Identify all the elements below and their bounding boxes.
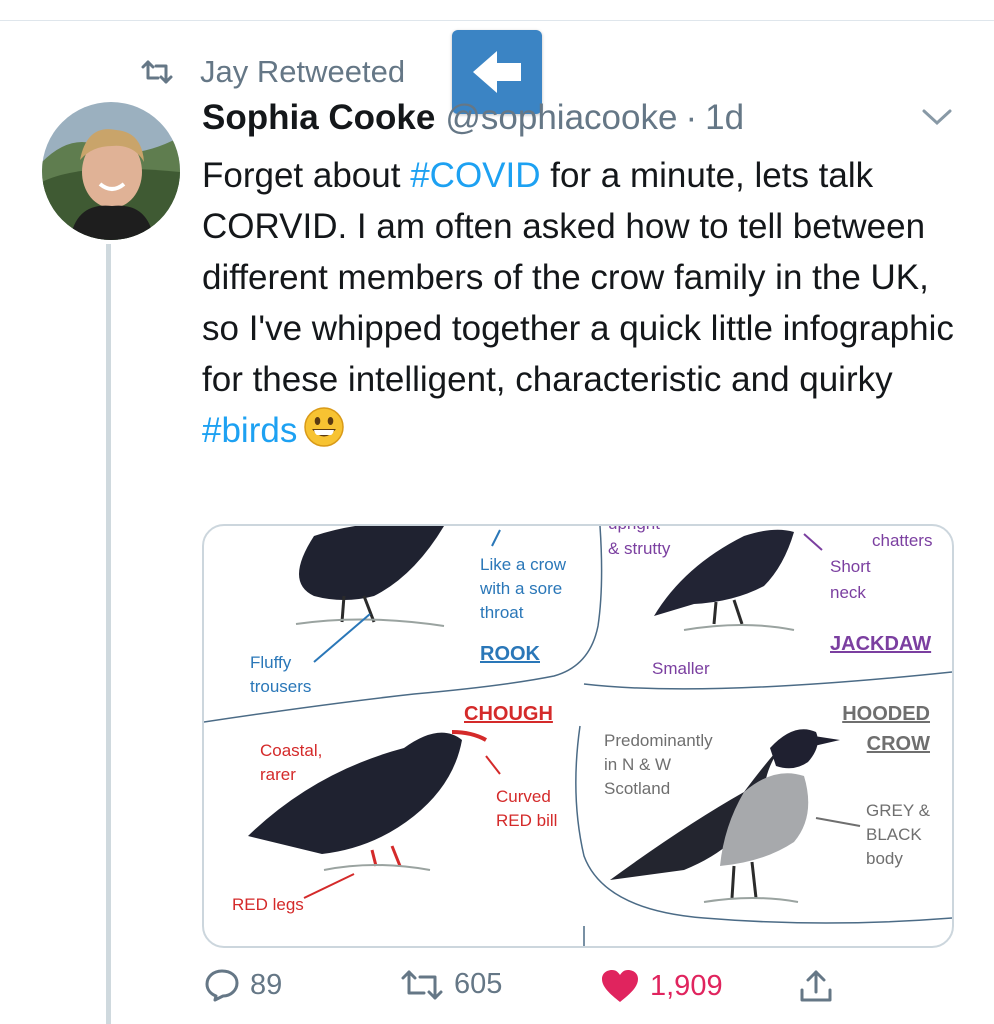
hashtag-birds[interactable]: #birds — [202, 411, 297, 450]
jackdaw-illustration — [654, 529, 795, 631]
hashtag-covid[interactable]: #COVID — [410, 156, 540, 195]
chough-bill-2: RED bill — [496, 811, 557, 830]
jackdaw-upright-partial: upright — [608, 526, 660, 533]
tweet-text: Forget about #COVID for a minute, lets t… — [202, 150, 962, 462]
chough-coastal-1: Coastal, — [260, 741, 322, 760]
text-part: Forget about — [202, 156, 411, 195]
jackdaw-title: JACKDAW — [830, 633, 931, 655]
hooded-title-1: HOODED — [842, 703, 930, 725]
rook-illustration — [295, 526, 445, 627]
hooded-title-2: CROW — [867, 733, 930, 755]
jackdaw-chatters: chatters — [872, 531, 932, 550]
avatar[interactable] — [42, 102, 180, 240]
arrow-left-icon — [473, 51, 521, 93]
share-icon — [800, 970, 832, 1002]
reply-icon — [205, 969, 239, 1002]
rook-trousers-1: Fluffy — [250, 653, 292, 672]
rook-note-2: with a sore — [479, 579, 562, 598]
chough-title: CHOUGH — [464, 703, 553, 725]
hooded-body-2: BLACK — [866, 825, 922, 844]
jackdaw-smaller: Smaller — [652, 659, 710, 678]
jackdaw-neck-2: neck — [830, 583, 866, 602]
hooded-region-2: in N & W — [604, 755, 671, 774]
like-count: 1,909 — [650, 969, 723, 1002]
chough-bill-1: Curved — [496, 787, 551, 806]
tweet-header: Sophia Cooke @sophiacooke · 1d — [202, 98, 744, 138]
retweet-indicator[interactable]: Jay Retweeted — [140, 52, 405, 92]
reply-count: 89 — [250, 968, 283, 1001]
tweet-time[interactable]: 1d — [705, 98, 744, 138]
reply-button[interactable]: 89 — [204, 968, 282, 1002]
rook-trousers-2: trousers — [250, 677, 311, 696]
author-handle[interactable]: @sophiacooke — [445, 98, 677, 138]
hooded-body-1: GREY & — [866, 801, 931, 820]
retweet-button[interactable]: 605 — [400, 968, 502, 1001]
rook-title: ROOK — [480, 643, 541, 665]
tweet-actions: 89 605 1,909 — [0, 968, 994, 1014]
hooded-region-1: Predominantly — [604, 731, 713, 750]
rook-note-1: Like a crow — [480, 555, 567, 574]
author-name[interactable]: Sophia Cooke — [202, 98, 435, 138]
share-button[interactable] — [798, 968, 844, 1004]
retweet-count: 605 — [454, 968, 503, 1000]
jackdaw-neck-1: Short — [830, 557, 871, 576]
chough-coastal-2: rarer — [260, 765, 296, 784]
retweet-label: Jay Retweeted — [200, 54, 406, 89]
top-divider — [0, 20, 994, 21]
separator: · — [685, 98, 698, 137]
chevron-down-icon — [922, 109, 952, 126]
thread-line — [106, 244, 111, 1024]
retweet-icon — [141, 60, 173, 84]
heart-icon — [602, 970, 638, 1002]
retweet-icon — [401, 970, 443, 999]
jackdaw-strutty: & strutty — [608, 539, 671, 558]
hooded-body-3: body — [866, 849, 903, 868]
infographic-image[interactable]: Like a crow with a sore throat ROOK Fluf… — [202, 524, 954, 948]
tweet-menu-button[interactable] — [920, 106, 954, 133]
hooded-region-3: Scotland — [604, 779, 670, 798]
grinning-face-emoji — [303, 406, 345, 462]
like-button[interactable]: 1,909 — [600, 968, 723, 1004]
rook-note-3: throat — [480, 603, 524, 622]
chough-legs: RED legs — [232, 895, 304, 914]
